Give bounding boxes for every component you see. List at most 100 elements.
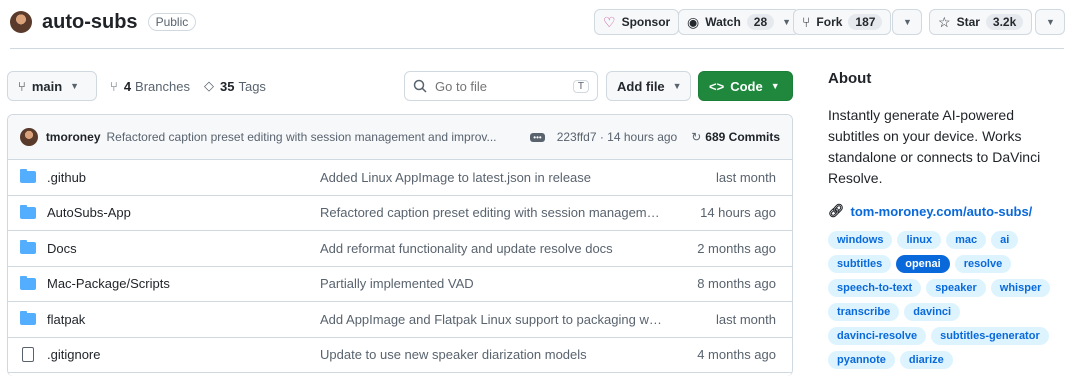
file-commit-message[interactable]: Refactored caption preset editing with s… [320,205,670,220]
chevron-down-icon: ▼ [903,17,912,27]
tags-label: Tags [238,78,266,94]
latest-commit-bar: tmoroney Refactored caption preset editi… [8,115,792,160]
commit-message[interactable]: Refactored caption preset editing with s… [107,130,515,144]
watch-label: Watch [705,15,741,29]
topic-tag[interactable]: pyannote [828,351,895,369]
watch-count: 28 [746,14,775,30]
file-commit-message[interactable]: Add AppImage and Flatpak Linux support t… [320,312,670,327]
heart-icon: ♡ [603,13,616,30]
folder-icon [20,204,36,219]
topic-tag[interactable]: linux [897,231,942,249]
tags-count: 35 [220,78,235,94]
tags-link[interactable]: ◇ 35 Tags [204,71,266,101]
history-icon: ↻ [691,130,702,144]
table-row[interactable]: Docs Add reformat functionality and upda… [8,231,792,267]
fork-label: Fork [816,15,843,29]
website-url[interactable]: tom-moroney.com/auto-subs/ [851,204,1033,219]
folder-icon [20,275,36,290]
topic-tag[interactable]: ai [991,231,1019,249]
topic-tag[interactable]: speech-to-text [828,279,922,297]
chevron-down-icon: ▼ [1046,17,1055,27]
file-name[interactable]: AutoSubs-App [47,205,131,220]
fork-dropdown-button[interactable]: ▼ [892,9,922,35]
file-table: tmoroney Refactored caption preset editi… [7,114,793,376]
folder-icon [20,240,36,255]
table-row[interactable]: flatpak Add AppImage and Flatpak Linux s… [8,302,792,338]
file-commit-message[interactable]: Partially implemented VAD [320,276,670,291]
topic-tag[interactable]: diarize [899,351,953,369]
topic-tag[interactable]: davinci-resolve [828,327,927,345]
topic-tag[interactable]: resolve [954,255,1012,273]
file-commit-time: last month [716,311,776,327]
file-commit-time: last month [716,169,776,185]
author-avatar[interactable] [20,128,38,146]
star-label: Star [956,15,980,29]
table-row[interactable]: AutoSubs-App Refactored caption preset e… [8,196,792,231]
owner-avatar[interactable] [10,11,32,33]
commit-author[interactable]: tmoroney [46,130,101,144]
fork-count: 187 [848,14,883,30]
star-button[interactable]: ☆ Star 3.2k [929,9,1033,35]
file-name[interactable]: .github [47,170,86,185]
repo-description: Instantly generate AI-powered subtitles … [828,107,1041,186]
commit-sha-time[interactable]: 223ffd7 · 14 hours ago [557,130,678,144]
table-row[interactable]: Mac-Package/Scripts Partially implemente… [8,267,792,302]
file-commit-time: 14 hours ago [700,205,776,221]
file-name[interactable]: Docs [47,241,77,256]
sponsor-label: Sponsor [621,15,671,29]
go-to-file-search[interactable]: T [404,71,598,101]
shortcut-key: T [572,79,589,93]
topic-tag[interactable]: subtitles-generator [931,327,1049,345]
branch-icon: ⑂ [110,78,118,94]
file-commit-message[interactable]: Add reformat functionality and update re… [320,241,670,256]
code-icon: <> [709,78,725,94]
star-icon: ☆ [938,13,951,30]
topic-tag[interactable]: subtitles [828,255,892,273]
search-input[interactable] [435,78,565,94]
eye-icon: ◉ [687,13,700,30]
file-commit-time: 2 months ago [697,240,776,256]
topic-tag[interactable]: speaker [926,279,986,297]
table-row[interactable]: .github Added Linux AppImage to latest.j… [8,160,792,196]
file-commit-message[interactable]: Update to use new speaker diarization mo… [320,347,670,362]
topic-tag[interactable]: davinci [904,303,961,321]
code-label: Code [730,78,763,94]
repo-name[interactable]: auto-subs [42,11,138,34]
watch-button[interactable]: ◉ Watch 28 ▼ [678,9,801,35]
add-file-label: Add file [617,78,665,94]
add-file-button[interactable]: Add file ▼ [606,71,691,101]
code-button[interactable]: <> Code ▼ [698,71,793,101]
about-heading: About [828,70,872,87]
fork-button[interactable]: ⑂ Fork 187 [793,9,892,35]
file-commit-time: 8 months ago [697,276,776,292]
website-link[interactable]: 🔗︎ tom-moroney.com/auto-subs/ [828,203,1068,219]
branches-label: Branches [135,78,190,94]
file-name[interactable]: .gitignore [47,347,100,362]
star-dropdown-button[interactable]: ▼ [1035,9,1065,35]
sponsor-button[interactable]: ♡ Sponsor [594,9,680,35]
folder-icon [20,311,36,326]
table-row[interactable]: .gitignore Update to use new speaker dia… [8,338,792,373]
branch-name: main [31,78,63,94]
commits-link[interactable]: ↻ 689 Commits [691,130,780,144]
branches-count: 4 [123,78,132,94]
expand-message-icon[interactable]: ••• [530,132,545,142]
search-icon [413,79,427,93]
file-name[interactable]: flatpak [47,312,85,327]
branch-selector[interactable]: ⑂ main ▼ [7,71,97,101]
branches-link[interactable]: ⑂ 4 Branches [110,71,190,101]
star-count: 3.2k [985,14,1024,30]
folder-icon [20,169,36,184]
fork-icon: ⑂ [802,14,811,30]
topic-tag[interactable]: whisper [990,279,1051,297]
topic-tag[interactable]: openai [896,255,950,273]
topic-tag[interactable]: transcribe [828,303,900,321]
chevron-down-icon: ▼ [672,81,682,91]
file-commit-message[interactable]: Added Linux AppImage to latest.json in r… [320,170,670,185]
topic-tag[interactable]: windows [828,231,893,249]
chevron-down-icon: ▼ [782,17,792,27]
chevron-down-icon: ▼ [70,81,80,91]
file-name[interactable]: Mac-Package/Scripts [47,276,170,291]
repo-header: auto-subs Public [10,8,197,36]
topic-tag[interactable]: mac [946,231,987,249]
